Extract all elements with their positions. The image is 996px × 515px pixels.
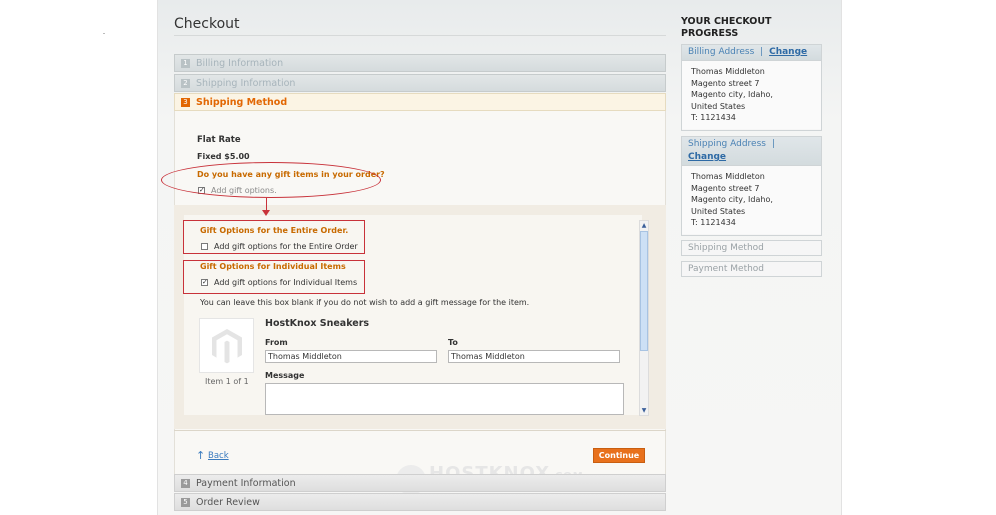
sidebar-billing-address: Billing Address | Change Thomas Middleto… bbox=[681, 44, 822, 131]
annotation-ellipse bbox=[161, 162, 381, 198]
from-label: From bbox=[265, 338, 288, 347]
address-line: Magento city, Idaho, bbox=[691, 90, 773, 99]
billing-address-title: Billing Address bbox=[688, 47, 755, 57]
address-line: Thomas Middleton bbox=[691, 67, 765, 76]
message-label: Message bbox=[265, 371, 305, 380]
step-shipping-information[interactable]: 2 Shipping Information bbox=[174, 74, 666, 92]
from-input[interactable]: Thomas Middleton bbox=[265, 350, 437, 363]
step-label: Order Review bbox=[196, 497, 260, 508]
address-line: Magento city, Idaho, bbox=[691, 195, 773, 204]
entire-order-checkbox[interactable] bbox=[201, 243, 208, 250]
magento-logo-icon bbox=[212, 329, 242, 364]
billing-address-body: Thomas Middleton Magento street 7 Magent… bbox=[682, 61, 821, 129]
to-input[interactable]: Thomas Middleton bbox=[448, 350, 620, 363]
sidebar-shipping-address: Shipping Address | Change Thomas Middlet… bbox=[681, 136, 822, 236]
step-label: Payment Information bbox=[196, 478, 296, 489]
sidebar-shipping-method: Shipping Method bbox=[681, 240, 822, 256]
step-number: 4 bbox=[181, 479, 190, 488]
address-line: Thomas Middleton bbox=[691, 172, 765, 181]
step-number: 3 bbox=[181, 98, 190, 107]
step-label: Billing Information bbox=[196, 58, 284, 69]
address-line: United States bbox=[691, 206, 746, 216]
step-shipping-method[interactable]: 3 Shipping Method bbox=[174, 93, 666, 111]
sidebar-title: YOUR CHECKOUT PROGRESS bbox=[681, 16, 821, 40]
individual-checkbox[interactable]: ✓ bbox=[201, 279, 208, 286]
item-counter: Item 1 of 1 bbox=[205, 377, 249, 386]
scrollbar-thumb[interactable] bbox=[640, 231, 648, 351]
shipping-address-title: Shipping Address bbox=[688, 139, 766, 149]
step-order-review[interactable]: 5 Order Review bbox=[174, 493, 666, 511]
back-arrow-icon[interactable]: ↑ bbox=[196, 449, 205, 462]
annotation-arrow-head bbox=[262, 210, 270, 216]
back-link[interactable]: Back bbox=[208, 451, 229, 461]
shipping-address-body: Thomas Middleton Magento street 7 Magent… bbox=[682, 166, 821, 234]
sidebar-payment-method: Payment Method bbox=[681, 261, 822, 277]
to-label: To bbox=[448, 338, 458, 347]
heading-separator: | bbox=[771, 139, 775, 149]
individual-title: Gift Options for Individual Items bbox=[200, 262, 346, 271]
step-number: 1 bbox=[181, 59, 190, 68]
shipping-rate: Fixed $5.00 bbox=[197, 152, 250, 161]
step-payment-information[interactable]: 4 Payment Information bbox=[174, 474, 666, 492]
title-divider bbox=[174, 35, 666, 36]
billing-change-link[interactable]: Change bbox=[769, 47, 807, 57]
entire-order-title: Gift Options for the Entire Order. bbox=[200, 226, 349, 235]
page-title: Checkout bbox=[174, 16, 240, 32]
step-label: Shipping Method bbox=[196, 97, 288, 108]
scroll-up-icon[interactable]: ▲ bbox=[640, 221, 648, 230]
sidebar-title-line-2: PROGRESS bbox=[681, 28, 739, 39]
gift-message-hint: You can leave this box blank if you do n… bbox=[200, 298, 530, 307]
address-line: T: 1121434 bbox=[691, 113, 736, 122]
entire-order-label: Add gift options for the Entire Order bbox=[214, 242, 358, 251]
heading-separator: | bbox=[760, 47, 764, 57]
address-line: T: 1121434 bbox=[691, 218, 736, 227]
step-number: 2 bbox=[181, 79, 190, 88]
continue-button[interactable]: Continue bbox=[593, 448, 645, 463]
actions-divider bbox=[174, 430, 666, 431]
product-thumbnail bbox=[199, 318, 254, 373]
product-name: HostKnox Sneakers bbox=[265, 318, 370, 329]
step-label: Shipping Information bbox=[196, 78, 296, 89]
message-textarea[interactable] bbox=[265, 383, 624, 415]
step-billing-information[interactable]: 1 Billing Information bbox=[174, 54, 666, 72]
address-line: Magento street 7 bbox=[691, 78, 760, 88]
stray-dot bbox=[103, 33, 105, 34]
address-line: United States bbox=[691, 101, 746, 111]
sidebar-title-line-1: YOUR CHECKOUT bbox=[681, 16, 772, 27]
carrier-title: Flat Rate bbox=[197, 135, 241, 145]
billing-address-heading: Billing Address | Change bbox=[682, 45, 821, 61]
shipping-change-link[interactable]: Change bbox=[688, 152, 726, 162]
scroll-down-icon[interactable]: ▼ bbox=[640, 406, 648, 415]
gift-options-scrollbar[interactable]: ▲ ▼ bbox=[639, 220, 649, 416]
individual-label: Add gift options for Individual Items bbox=[214, 278, 358, 287]
address-line: Magento street 7 bbox=[691, 183, 760, 193]
step-number: 5 bbox=[181, 498, 190, 507]
shipping-address-heading: Shipping Address | Change bbox=[682, 137, 821, 166]
